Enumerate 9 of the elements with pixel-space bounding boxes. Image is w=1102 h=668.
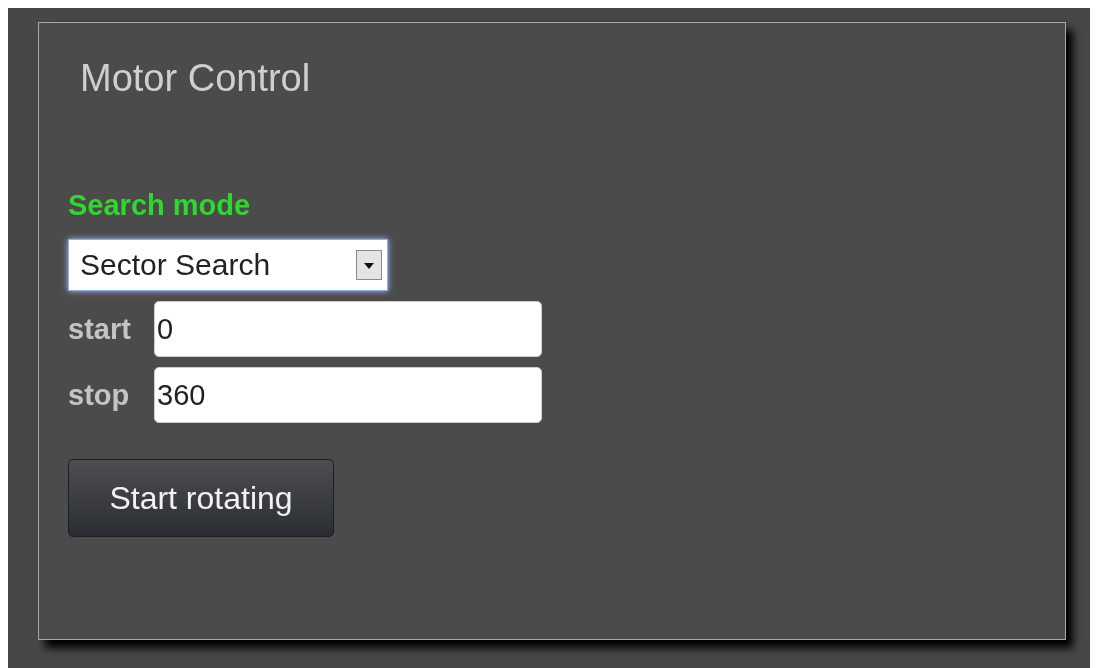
input-field[interactable]: 360 <box>154 367 542 423</box>
search-mode-dropdown[interactable]: Sector Search <box>68 239 388 291</box>
dropdown-caret-icon <box>356 250 382 280</box>
input-field[interactable]: 0 <box>154 301 542 357</box>
field-label: Search mode <box>68 188 252 223</box>
panel-title: Motor Control <box>80 56 312 101</box>
start-rotating-button[interactable]: Start rotating <box>68 459 334 537</box>
field-label: start <box>68 312 132 346</box>
field-label: stop <box>68 378 131 412</box>
